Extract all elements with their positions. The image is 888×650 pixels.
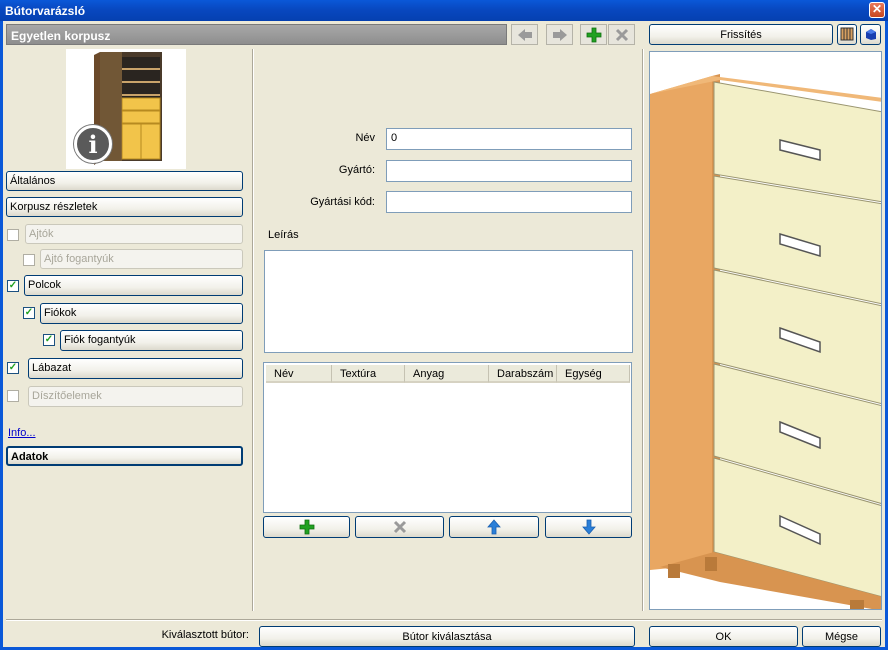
- cabinet-3d-preview-image: [650, 74, 881, 609]
- window-title: Bútorvarázsló: [5, 4, 86, 18]
- footer-divider: [6, 619, 882, 621]
- shelves-checkbox[interactable]: ✓: [7, 280, 19, 292]
- selected-furniture-label: Kiválasztott bútor:: [161, 629, 249, 641]
- ornaments-button[interactable]: Díszítőelemek: [28, 386, 243, 407]
- description-label: Leírás: [268, 229, 299, 241]
- section-header: Egyetlen korpusz: [6, 24, 507, 45]
- ornaments-checkbox[interactable]: [7, 390, 19, 402]
- base-button[interactable]: Lábazat: [28, 358, 243, 379]
- manufacturer-label: Gyártó:: [338, 164, 375, 176]
- door-handles-button[interactable]: Ajtó fogantyúk: [40, 249, 243, 269]
- column-header-count[interactable]: Darabszám: [489, 365, 557, 383]
- data-button[interactable]: Adatok: [6, 446, 243, 466]
- table-add-button[interactable]: [263, 516, 350, 538]
- column-header-texture[interactable]: Textúra: [332, 365, 405, 383]
- drawers-button[interactable]: Fiókok: [40, 303, 243, 324]
- select-furniture-button[interactable]: Bútor kiválasztása: [259, 626, 635, 647]
- description-textarea[interactable]: [264, 250, 633, 353]
- column-header-unit[interactable]: Egység: [557, 365, 630, 383]
- close-icon[interactable]: ✕: [869, 2, 885, 18]
- delete-button[interactable]: [608, 24, 635, 45]
- info-icon[interactable]: i: [74, 125, 112, 163]
- title-bar: Bútorvarázsló ✕: [0, 0, 888, 21]
- parts-table[interactable]: Név Textúra Anyag Darabszám Egység: [263, 362, 632, 513]
- texture-icon: [840, 27, 854, 41]
- name-label: Név: [355, 132, 375, 144]
- body-details-button[interactable]: Korpusz részletek: [6, 197, 243, 217]
- code-label: Gyártási kód:: [310, 196, 375, 208]
- arrow-right-icon: [552, 28, 567, 41]
- base-checkbox[interactable]: ✓: [7, 362, 19, 374]
- furniture-thumbnail: i: [66, 49, 186, 169]
- manufacturer-input[interactable]: [386, 160, 632, 182]
- plus-icon: [586, 27, 601, 42]
- check-icon: ✓: [8, 280, 18, 291]
- arrow-left-icon: [517, 28, 532, 41]
- drawers-checkbox[interactable]: ✓: [23, 307, 35, 319]
- refresh-button[interactable]: Frissítés: [649, 24, 833, 45]
- info-link[interactable]: Info...: [8, 427, 36, 439]
- column-header-name[interactable]: Név: [266, 365, 332, 383]
- back-button[interactable]: [511, 24, 538, 45]
- table-move-down-button[interactable]: [545, 516, 632, 538]
- x-icon: [615, 28, 628, 41]
- 3d-view-button[interactable]: [860, 24, 881, 45]
- arrow-down-icon: [581, 519, 596, 535]
- drawer-handles-checkbox[interactable]: ✓: [43, 334, 55, 346]
- doors-checkbox[interactable]: [7, 229, 19, 241]
- code-input[interactable]: [386, 191, 632, 213]
- left-divider: [252, 49, 254, 611]
- 3d-preview[interactable]: [649, 51, 882, 610]
- forward-button[interactable]: [546, 24, 573, 45]
- arrow-up-icon: [487, 519, 501, 535]
- x-icon: [393, 520, 406, 534]
- check-icon: ✓: [44, 334, 54, 345]
- table-move-up-button[interactable]: [449, 516, 539, 538]
- texture-view-button[interactable]: [837, 24, 857, 45]
- section-title: Egyetlen korpusz: [11, 29, 111, 43]
- general-button[interactable]: Általános: [6, 171, 243, 191]
- check-icon: ✓: [8, 362, 18, 373]
- right-divider: [642, 49, 644, 611]
- doors-button[interactable]: Ajtók: [25, 224, 243, 244]
- plus-icon: [299, 519, 314, 535]
- column-header-material[interactable]: Anyag: [405, 365, 489, 383]
- ok-button[interactable]: OK: [649, 626, 798, 647]
- drawer-handles-button[interactable]: Fiók fogantyúk: [60, 330, 243, 351]
- name-input[interactable]: 0: [386, 128, 632, 150]
- cancel-button[interactable]: Mégse: [802, 626, 881, 647]
- door-handles-checkbox[interactable]: [23, 254, 35, 266]
- cube-icon: [865, 29, 876, 40]
- check-icon: ✓: [24, 307, 34, 318]
- table-delete-button[interactable]: [355, 516, 444, 538]
- add-button[interactable]: [580, 24, 607, 45]
- shelves-button[interactable]: Polcok: [24, 275, 243, 296]
